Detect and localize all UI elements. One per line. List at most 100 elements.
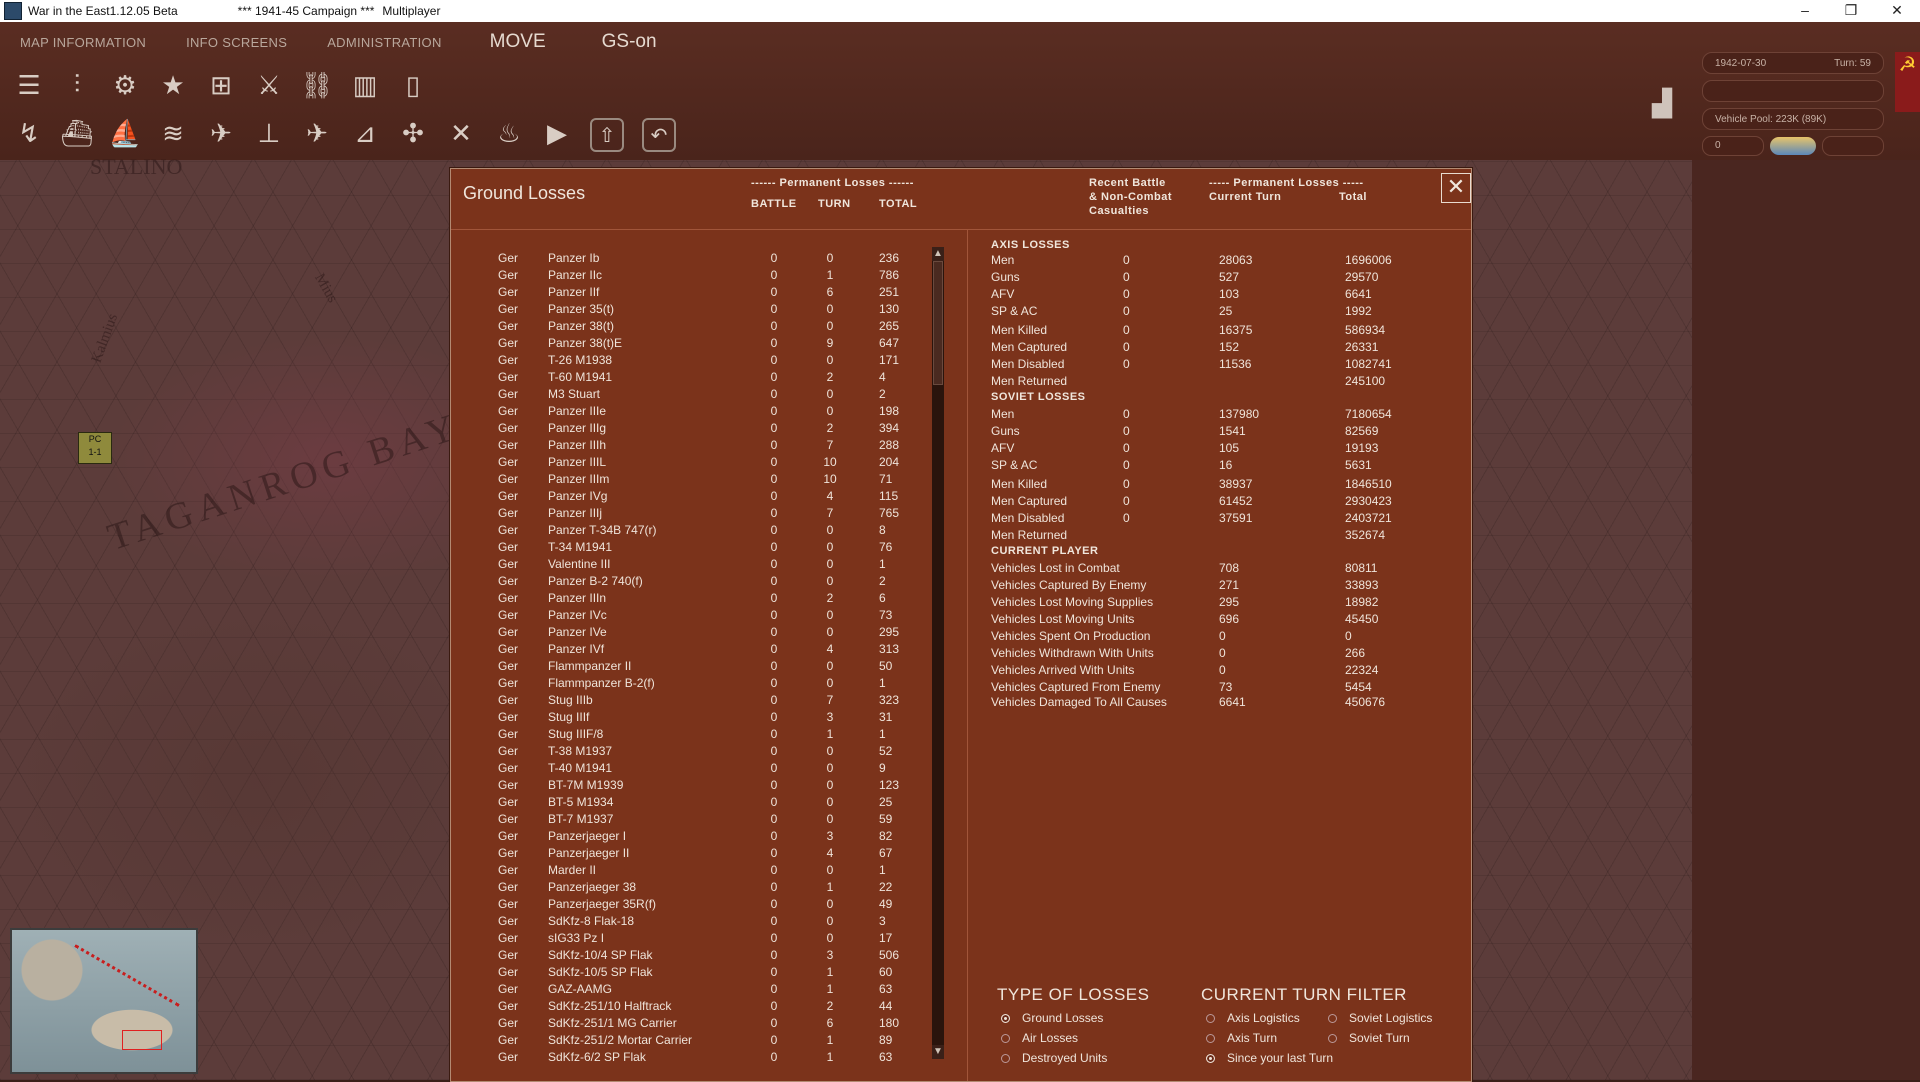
game-date: 1942-07-30 — [1715, 57, 1767, 69]
summary-label: Vehicles Arrived With Units — [991, 663, 1135, 677]
minimap[interactable] — [10, 928, 198, 1074]
gear-icon[interactable]: ⚙ — [104, 66, 146, 104]
row-equipment: Panzer IIIg — [548, 421, 607, 435]
row-nationality: Ger — [498, 897, 519, 911]
sea-icon[interactable]: ≋ — [152, 114, 194, 152]
naval-transport-icon[interactable]: ⛴ — [56, 114, 98, 152]
status-panel: 1942-07-30 Turn: 59 Vehicle Pool: 223K (… — [1702, 52, 1884, 156]
row-equipment: T-40 M1941 — [548, 761, 613, 775]
crossed-swords-icon[interactable]: ⚔ — [248, 66, 290, 104]
summary-label: AFV — [991, 441, 1015, 455]
radio-label: Destroyed Units — [1022, 1051, 1108, 1065]
ship-icon[interactable]: ⛵ — [104, 114, 146, 152]
bomb-icon[interactable]: ✣ — [392, 114, 434, 152]
row-nationality: Ger — [498, 880, 519, 894]
radio-soviet-logistics[interactable]: Soviet Logistics — [1328, 1011, 1432, 1025]
summary-total: 266 — [1345, 646, 1366, 660]
row-equipment: Panzerjaeger 38 — [548, 880, 637, 894]
move-mode-button[interactable]: MOVE — [462, 31, 574, 53]
minimap-viewport[interactable] — [122, 1030, 162, 1050]
layers-icon[interactable]: ☰ — [8, 66, 50, 104]
row-nationality: Ger — [498, 812, 519, 826]
row-total: 3 — [879, 914, 886, 928]
radio-ground-losses[interactable]: Ground Losses — [1001, 1011, 1103, 1025]
row-nationality: Ger — [498, 608, 519, 622]
unit-counter[interactable]: PC 1-1 — [78, 432, 112, 464]
row-equipment: BT-5 M1934 — [548, 795, 614, 809]
chart-icon[interactable]: ▟ — [1652, 88, 1672, 119]
sliders-icon[interactable]: ⫶ — [56, 66, 98, 104]
row-nationality: Ger — [498, 489, 519, 503]
row-total: 323 — [879, 693, 900, 707]
radio-destroyed-units[interactable]: Destroyed Units — [1001, 1051, 1107, 1065]
interdiction-icon[interactable]: ✕ — [440, 114, 482, 152]
upload-icon[interactable]: ⇧ — [590, 118, 624, 152]
row-turn: 7 — [826, 438, 834, 452]
row-equipment: M3 Stuart — [548, 387, 601, 401]
airfield-icon[interactable]: ⊥ — [248, 114, 290, 152]
row-turn: 0 — [826, 251, 834, 265]
rail-icon[interactable]: ⛓ — [296, 66, 338, 104]
air-attack-icon[interactable]: ✈ — [200, 114, 242, 152]
row-battle: 0 — [770, 693, 778, 707]
gs-toggle-button[interactable]: GS-on — [574, 31, 685, 53]
vehicle-pool-box: Vehicle Pool: 223K (89K) — [1702, 108, 1884, 130]
play-icon[interactable]: ▶ — [536, 114, 578, 152]
fuel-icon[interactable]: ▥ — [344, 66, 386, 104]
summary-label: Men — [991, 253, 1015, 267]
row-turn: 6 — [826, 1016, 834, 1030]
air-base-icon[interactable]: ⊿ — [344, 114, 386, 152]
date-turn-box: 1942-07-30 Turn: 59 — [1702, 52, 1884, 74]
radio-label: Air Losses — [1022, 1031, 1079, 1045]
scroll-thumb[interactable] — [933, 261, 943, 385]
minimize-button[interactable]: – — [1782, 0, 1828, 22]
radio-axis-turn[interactable]: Axis Turn — [1206, 1031, 1277, 1045]
radio-air-losses[interactable]: Air Losses — [1001, 1031, 1078, 1045]
row-total: 295 — [879, 625, 900, 639]
star-icon[interactable]: ★ — [152, 66, 194, 104]
airplane-icon[interactable]: ✈ — [296, 114, 338, 152]
summary-total: 6641 — [1345, 287, 1372, 301]
fire-icon[interactable]: ♨ — [488, 114, 530, 152]
menu-map-information[interactable]: MAP INFORMATION — [0, 35, 166, 50]
row-nationality: Ger — [498, 1050, 519, 1061]
row-equipment: Flammpanzer II — [548, 659, 632, 673]
row-turn: 3 — [826, 829, 834, 843]
scroll-up-button[interactable]: ▲ — [932, 247, 944, 261]
row-battle: 0 — [770, 438, 778, 452]
row-equipment: T-34 M1941 — [548, 540, 613, 554]
supply-icon[interactable]: ▯ — [392, 66, 434, 104]
row-nationality: Ger — [498, 404, 519, 418]
restore-button[interactable]: ❐ — [1828, 0, 1874, 22]
row-total: 50 — [879, 659, 893, 673]
menu-administration[interactable]: ADMINISTRATION — [307, 35, 461, 50]
map-edge-panel — [1692, 160, 1920, 1080]
recent-header-3: Casualties — [1089, 205, 1150, 217]
scroll-down-button[interactable]: ▼ — [932, 1045, 944, 1059]
summary-current: 11536 — [1219, 357, 1252, 371]
close-dialog-button[interactable]: ✕ — [1441, 173, 1471, 203]
row-battle: 0 — [770, 387, 778, 401]
summary-current: 0 — [1219, 629, 1226, 643]
summary-total: 0 — [1345, 629, 1352, 643]
radio-soviet-turn[interactable]: Soviet Turn — [1328, 1031, 1410, 1045]
menu-info-screens[interactable]: INFO SCREENS — [166, 35, 307, 50]
ground-move-icon[interactable]: ↯ — [8, 114, 50, 152]
hq-icon[interactable]: ⊞ — [200, 66, 242, 104]
row-battle: 0 — [770, 557, 778, 571]
recent-header-1: Recent Battle — [1089, 177, 1166, 189]
undo-icon[interactable]: ↶ — [642, 118, 676, 152]
row-turn: 0 — [826, 676, 834, 690]
summary-label: Men Disabled — [991, 357, 1065, 371]
losses-scrollbar[interactable]: ▲ ▼ — [932, 247, 944, 1059]
row-total: 313 — [879, 642, 900, 656]
row-nationality: Ger — [498, 387, 519, 401]
row-turn: 4 — [826, 489, 834, 503]
summary-current: 696 — [1219, 612, 1240, 626]
summary-total: 2930423 — [1345, 494, 1392, 508]
close-window-button[interactable]: ✕ — [1874, 0, 1920, 22]
losses-list[interactable]: Ger Panzer Ib 0 0 236 Ger Panzer IIc 0 1 786 Ger Pa… — [451, 251, 951, 1061]
radio-axis-logistics[interactable]: Axis Logistics — [1206, 1011, 1300, 1025]
row-battle: 0 — [770, 540, 778, 554]
radio-since-last-turn[interactable]: Since your last Turn — [1206, 1051, 1333, 1065]
